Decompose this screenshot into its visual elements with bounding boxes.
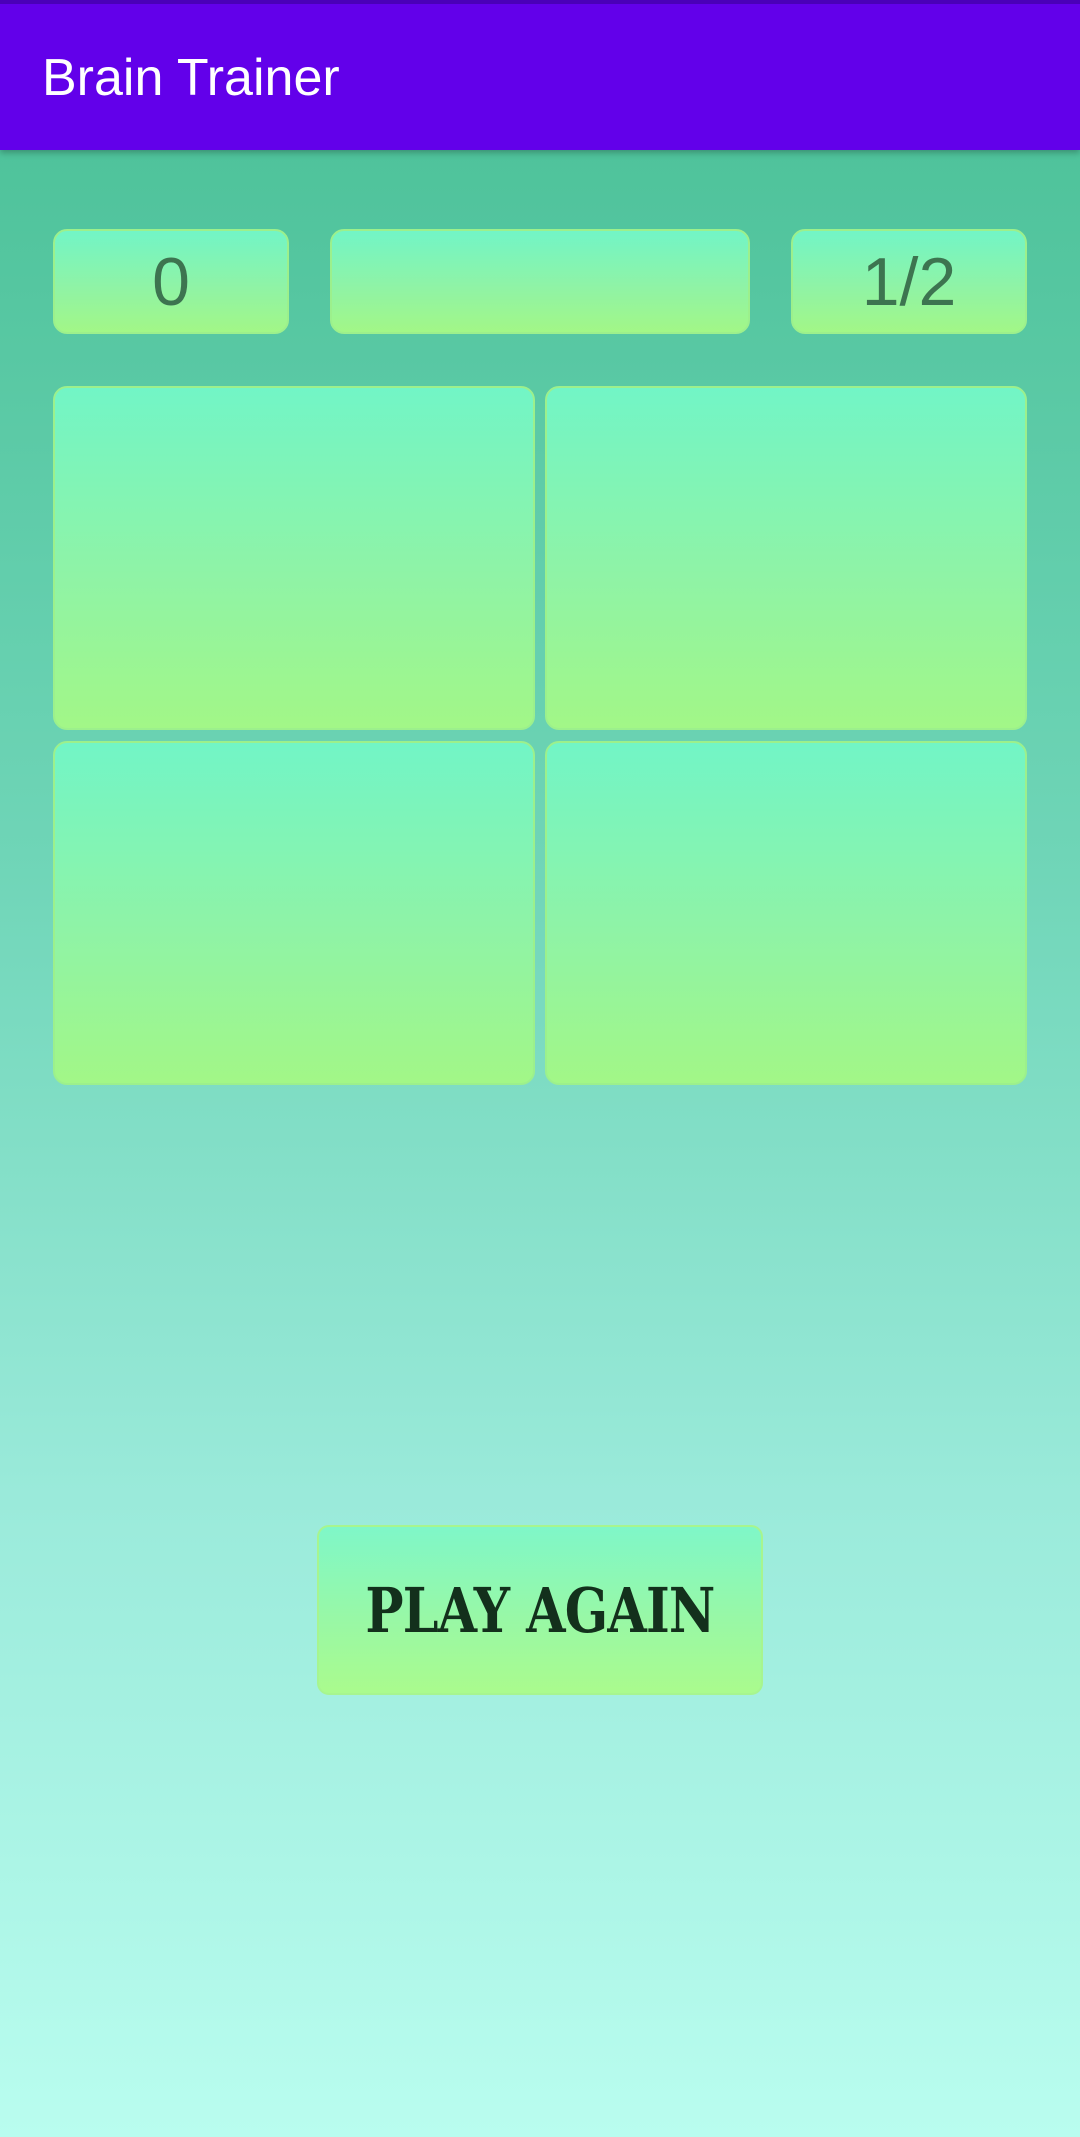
score-display: 0 xyxy=(53,229,289,334)
app-title: Brain Trainer xyxy=(42,49,340,107)
app-bar: Brain Trainer xyxy=(0,0,1080,150)
answer-button-3[interactable] xyxy=(53,741,535,1085)
play-again-label: PLAY AGAIN xyxy=(365,1573,715,1647)
answer-button-1[interactable] xyxy=(53,386,535,730)
answer-button-2[interactable] xyxy=(545,386,1027,730)
play-again-button[interactable]: PLAY AGAIN xyxy=(317,1525,763,1695)
game-screen: Brain Trainer 0 1/2 PLAY AGAIN xyxy=(0,0,1080,2137)
question-display xyxy=(330,229,750,334)
answer-button-4[interactable] xyxy=(545,741,1027,1085)
progress-display: 1/2 xyxy=(791,229,1027,334)
